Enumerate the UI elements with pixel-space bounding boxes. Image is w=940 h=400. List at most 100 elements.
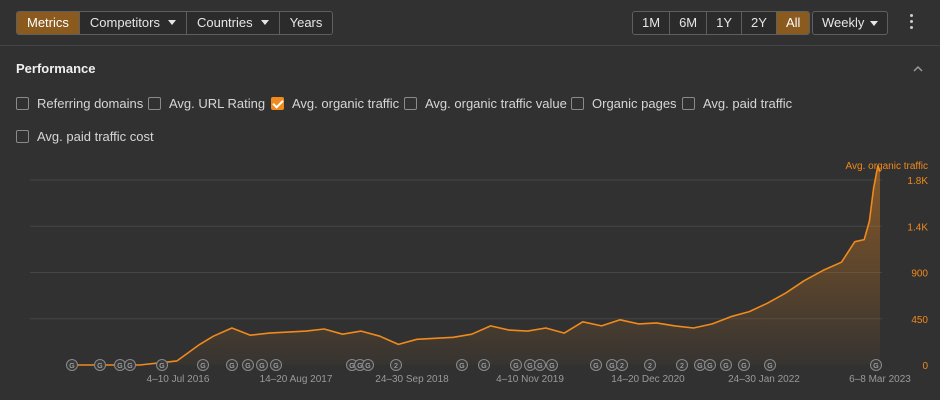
tab-years[interactable]: Years xyxy=(279,12,333,34)
annotation-marker[interactable]: G xyxy=(546,359,558,371)
metric-referring-domains[interactable]: Referring domains xyxy=(16,95,143,111)
x-tick-label: 14–20 Aug 2017 xyxy=(260,374,333,385)
x-axis: 4–10 Jul 2016 14–20 Aug 2017 24–30 Sep 201… xyxy=(147,374,912,385)
metric-label: Avg. paid traffic xyxy=(703,95,793,111)
metric-label: Avg. paid traffic cost xyxy=(37,128,154,144)
x-tick-label: 24–30 Jan 2022 xyxy=(728,374,800,385)
annotation-marker[interactable]: G xyxy=(226,359,238,371)
tab-countries-label: Countries xyxy=(196,15,253,30)
metric-avg-paid-traffic-cost[interactable]: Avg. paid traffic cost xyxy=(16,128,154,144)
period-2y-button[interactable]: 2Y xyxy=(742,12,777,34)
annotation-marker[interactable]: G xyxy=(256,359,268,371)
svg-text:G: G xyxy=(767,363,772,370)
annotation-marker[interactable]: G xyxy=(764,359,776,371)
annotation-marker[interactable]: 2 xyxy=(644,359,656,371)
svg-text:G: G xyxy=(459,363,464,370)
svg-text:G: G xyxy=(200,363,205,370)
annotation-marker[interactable]: G xyxy=(704,359,716,371)
annotation-marker[interactable]: 2 xyxy=(616,359,628,371)
y-tick-label: 900 xyxy=(911,269,928,280)
tab-years-label: Years xyxy=(289,15,323,30)
annotation-marker[interactable]: G xyxy=(720,359,732,371)
annotation-marker[interactable]: G xyxy=(606,359,618,371)
y-tick-label: 1.8K xyxy=(907,176,928,187)
checkbox-checked-icon xyxy=(271,96,284,110)
annotation-marker[interactable]: G xyxy=(694,359,706,371)
tab-countries[interactable]: Countries xyxy=(186,12,280,34)
annotation-marker[interactable]: G xyxy=(156,359,168,371)
annotation-marker[interactable]: G xyxy=(524,359,536,371)
tab-metrics[interactable]: Metrics xyxy=(17,12,80,34)
annotation-marker[interactable]: G xyxy=(456,359,468,371)
annotation-marker[interactable]: G xyxy=(590,359,602,371)
period-6m-button[interactable]: 6M xyxy=(670,12,708,34)
svg-text:G: G xyxy=(723,363,728,370)
metric-avg-url-rating[interactable]: Avg. URL Rating xyxy=(148,95,265,111)
metric-label: Avg. organic traffic value xyxy=(425,95,567,111)
svg-text:G: G xyxy=(609,363,614,370)
checkbox-icon xyxy=(571,96,584,110)
svg-text:G: G xyxy=(537,363,542,370)
kebab-icon[interactable] xyxy=(906,14,916,32)
view-tabs: Metrics Competitors Countries Years xyxy=(16,11,334,35)
period-all-button[interactable]: All xyxy=(776,12,810,34)
annotation-marker[interactable]: 2 xyxy=(676,359,688,371)
checkbox-icon xyxy=(16,96,29,110)
caret-down-icon xyxy=(870,21,878,26)
period-selector: 1M 6M 1Y 2Y All xyxy=(632,11,811,35)
annotation-marker[interactable]: G xyxy=(124,359,136,371)
metric-label: Avg. URL Rating xyxy=(169,95,266,111)
annotation-marker[interactable]: G xyxy=(242,359,254,371)
svg-text:G: G xyxy=(873,363,878,370)
metric-avg-paid-traffic[interactable]: Avg. paid traffic xyxy=(682,95,792,111)
annotation-marker[interactable]: G xyxy=(270,359,282,371)
annotation-marker[interactable]: G xyxy=(197,359,209,371)
tab-competitors[interactable]: Competitors xyxy=(79,12,187,34)
metric-avg-organic-traffic[interactable]: Avg. organic traffic xyxy=(271,95,399,111)
svg-text:G: G xyxy=(127,363,132,370)
svg-text:G: G xyxy=(117,363,122,370)
annotation-marker[interactable]: G xyxy=(738,359,750,371)
x-tick-label: 24–30 Sep 2018 xyxy=(375,374,449,385)
svg-text:G: G xyxy=(513,363,518,370)
metric-label: Organic pages xyxy=(592,95,677,111)
traffic-chart: GGGGGGGGGGGGG2GGGGGGGG222GGGGGG 04509001… xyxy=(30,161,928,385)
annotation-marker[interactable]: G xyxy=(94,359,106,371)
svg-text:G: G xyxy=(549,363,554,370)
metric-avg-organic-traffic-value[interactable]: Avg. organic traffic value xyxy=(404,95,567,111)
svg-text:G: G xyxy=(159,363,164,370)
chevron-up-icon[interactable] xyxy=(913,64,923,74)
svg-text:G: G xyxy=(481,363,486,370)
annotation-marker[interactable]: G xyxy=(362,359,374,371)
x-tick-label: 14–20 Dec 2020 xyxy=(611,374,685,385)
period-1y-button[interactable]: 1Y xyxy=(707,12,743,34)
annotation-marker[interactable]: 2 xyxy=(390,359,402,371)
y-tick-label: 450 xyxy=(911,315,928,326)
svg-text:G: G xyxy=(357,363,362,370)
interval-label: Weekly xyxy=(822,15,865,30)
annotation-marker[interactable]: G xyxy=(510,359,522,371)
svg-text:G: G xyxy=(273,363,278,370)
x-tick-label: 4–10 Nov 2019 xyxy=(496,374,564,385)
svg-text:2: 2 xyxy=(394,363,398,370)
annotation-marker[interactable]: G xyxy=(870,359,882,371)
svg-text:G: G xyxy=(527,363,532,370)
svg-text:G: G xyxy=(707,363,712,370)
svg-text:2: 2 xyxy=(680,363,684,370)
svg-text:G: G xyxy=(245,363,250,370)
annotation-marker[interactable]: G xyxy=(66,359,78,371)
y-tick-label: 0 xyxy=(922,361,928,372)
metric-organic-pages[interactable]: Organic pages xyxy=(571,95,677,111)
annotation-marker[interactable]: G xyxy=(534,359,546,371)
tab-metrics-label: Metrics xyxy=(27,15,69,30)
series-legend-label: Avg. organic traffic xyxy=(846,161,928,172)
metric-label: Referring domains xyxy=(37,95,144,111)
interval-dropdown[interactable]: Weekly xyxy=(812,11,888,35)
annotation-marker[interactable]: G xyxy=(478,359,490,371)
y-tick-label: 1.4K xyxy=(907,222,928,233)
period-1m-button[interactable]: 1M xyxy=(633,12,671,34)
x-tick-label: 6–8 Mar 2023 xyxy=(849,374,911,385)
section-title: Performance xyxy=(16,61,96,76)
annotation-marker[interactable]: G xyxy=(114,359,126,371)
y-axis: 0 450 900 1.4K 1.8K xyxy=(907,176,928,372)
